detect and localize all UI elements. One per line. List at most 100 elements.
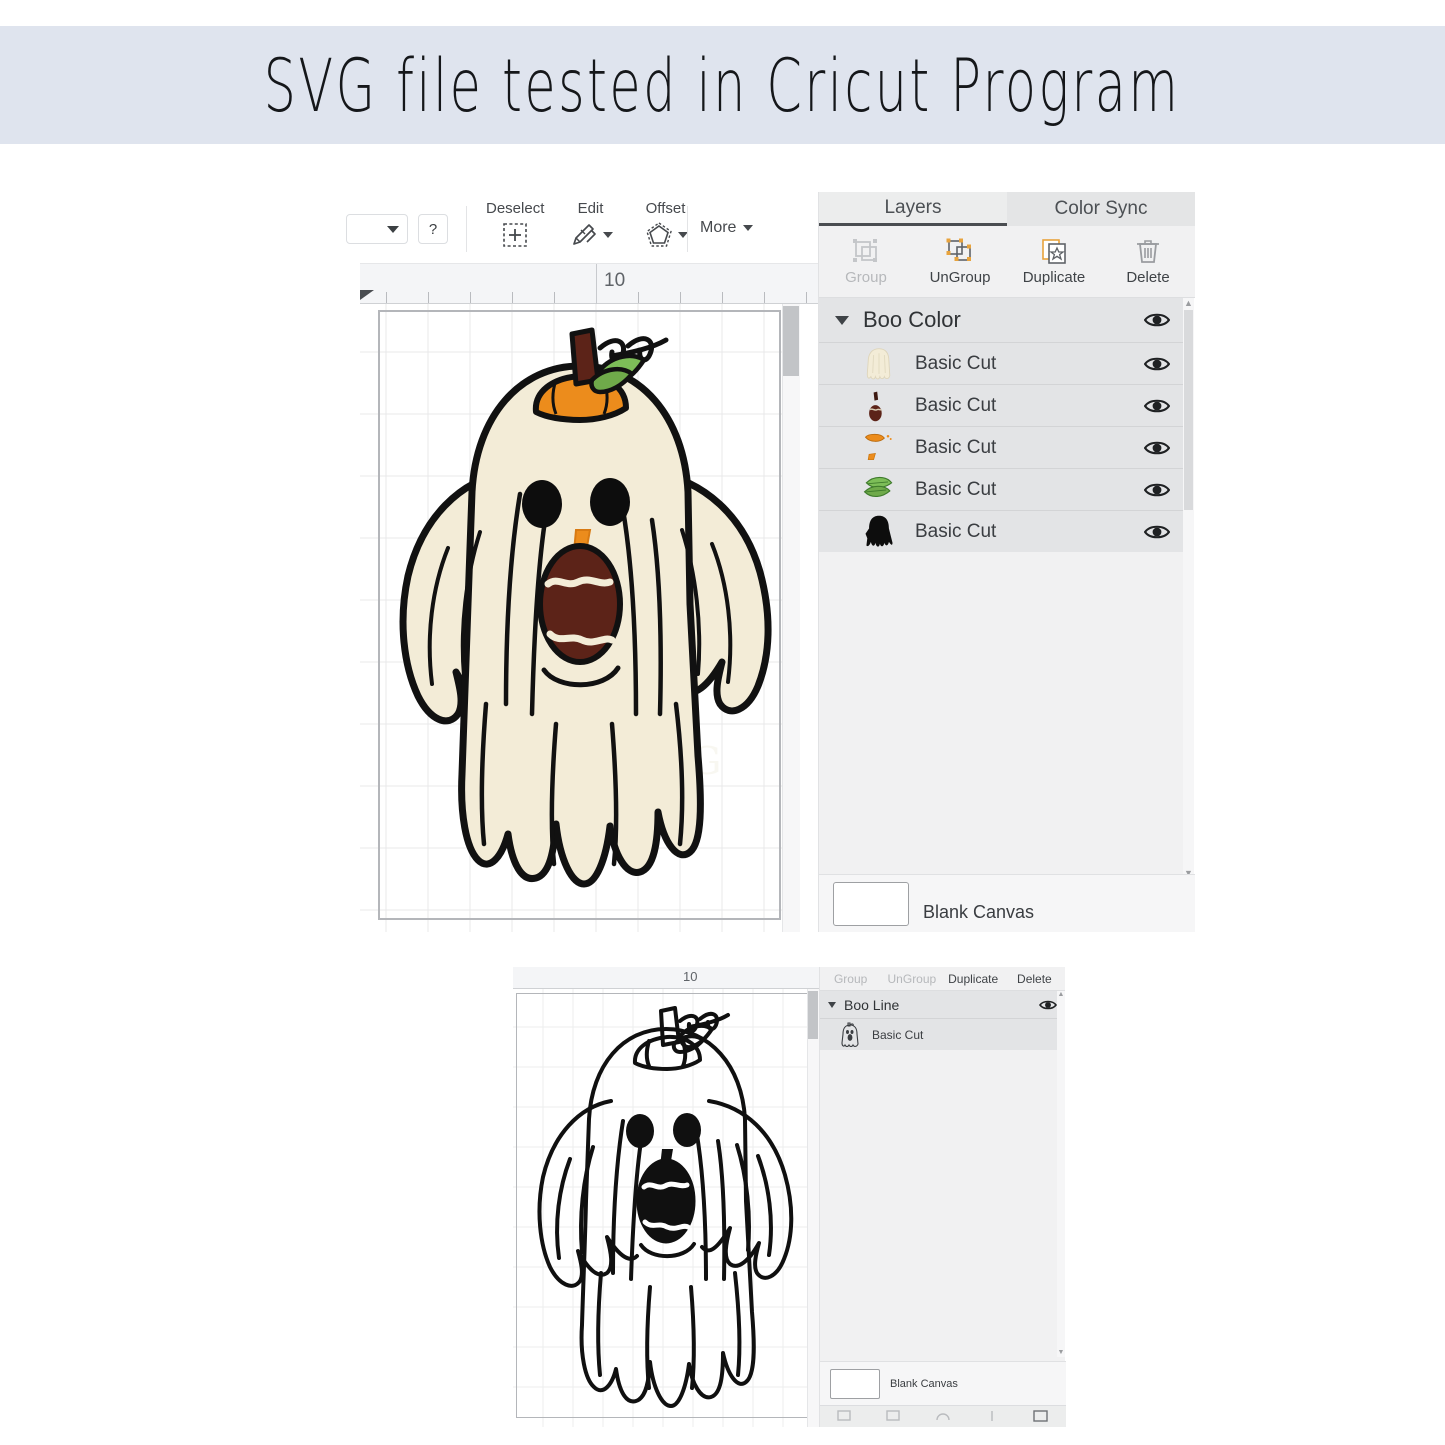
ungroup-button[interactable]: UnGroup xyxy=(913,226,1007,297)
bottom-canvas-scrollbar[interactable] xyxy=(807,989,819,1427)
bottom-tool-strip xyxy=(820,1405,1066,1427)
help-button[interactable]: ? xyxy=(418,214,448,244)
ghost-cream-thumb-icon xyxy=(866,347,891,379)
layer-name: Basic Cut xyxy=(915,436,997,458)
layer-name: Basic Cut xyxy=(915,520,997,542)
table-row[interactable]: Basic Cut xyxy=(819,510,1184,552)
select-box-icon[interactable] xyxy=(1033,1410,1049,1424)
delete-button[interactable]: Delete xyxy=(1101,226,1195,297)
blank-canvas-footer[interactable]: Blank Canvas xyxy=(819,874,1195,932)
stem-mouth-brown-thumb-icon xyxy=(869,391,883,421)
canvas-color-swatch[interactable] xyxy=(833,881,909,926)
table-row[interactable]: Basic Cut xyxy=(819,426,1184,468)
bottom-scroll-up-arrow-icon[interactable]: ▲ xyxy=(1057,991,1065,999)
toolbar-divider-2 xyxy=(687,206,688,252)
eye-visibility-icon[interactable] xyxy=(1144,311,1170,329)
fill-icon[interactable] xyxy=(886,1410,902,1424)
eye-visibility-icon[interactable] xyxy=(1039,999,1057,1011)
cricut-toolbar: ? Deselect Edit Offset More xyxy=(346,192,818,264)
canvas-scroll-thumb[interactable] xyxy=(783,306,799,376)
layers-scrollbar[interactable]: ▲ ▼ xyxy=(1183,298,1194,878)
layer-thumbnail xyxy=(859,470,899,510)
offset-label: Offset xyxy=(645,200,686,217)
deselect-button[interactable]: Deselect xyxy=(486,200,544,250)
bottom-duplicate-button[interactable]: Duplicate xyxy=(943,972,1004,986)
more-label: More xyxy=(700,219,737,236)
edit-dropdown-caret[interactable] xyxy=(603,232,613,238)
bottom-canvas-scroll-thumb[interactable] xyxy=(808,991,818,1039)
duplicate-label: Duplicate xyxy=(1022,269,1086,286)
bottom-design-canvas[interactable] xyxy=(513,989,819,1427)
layer-actions-bar: Group UnGroup Duplicate Delete xyxy=(819,226,1195,298)
table-row[interactable]: Basic Cut xyxy=(819,384,1184,426)
layer-group-boo-color[interactable]: Boo Color xyxy=(819,298,1184,342)
canvas-vertical-scrollbar[interactable] xyxy=(782,304,800,932)
chevron-down-icon[interactable] xyxy=(828,1001,836,1008)
page-title: SVG file tested in Cricut Program xyxy=(264,41,1181,129)
eye-visibility-icon[interactable] xyxy=(1144,439,1170,457)
offset-button[interactable]: Offset xyxy=(643,200,688,250)
bottom-blank-canvas-label: Blank Canvas xyxy=(890,1377,958,1390)
offset-icon xyxy=(646,222,672,247)
bottom-horizontal-ruler: 10 xyxy=(513,967,819,989)
bottom-layers-scrollbar[interactable]: ▲ ▼ xyxy=(1057,991,1065,1357)
deselect-label: Deselect xyxy=(486,200,545,217)
layer-thumbnail xyxy=(859,386,899,426)
delete-label: Delete xyxy=(1126,269,1170,286)
table-row[interactable]: Basic Cut xyxy=(819,342,1184,384)
eye-visibility-icon[interactable] xyxy=(1144,397,1170,415)
edit-button[interactable]: Edit xyxy=(568,200,613,250)
bottom-delete-button[interactable]: Delete xyxy=(1004,972,1065,986)
tab-color-sync[interactable]: Color Sync xyxy=(1007,192,1195,226)
bottom-ruler-label-10: 10 xyxy=(683,969,698,984)
shape-icon[interactable] xyxy=(935,1410,951,1424)
bottom-ungroup-button[interactable]: UnGroup xyxy=(881,972,942,986)
edit-label: Edit xyxy=(577,200,604,217)
bottom-group-button[interactable]: Group xyxy=(820,972,881,986)
toolbar-divider xyxy=(466,206,467,252)
group-button[interactable]: Group xyxy=(819,226,913,297)
layers-list: Boo Color Basic Cut Basic Cut Basic Cut … xyxy=(819,298,1184,850)
tab-layers[interactable]: Layers xyxy=(819,192,1007,226)
duplicate-button[interactable]: Duplicate xyxy=(1007,226,1101,297)
table-row[interactable]: Basic Cut xyxy=(819,468,1184,510)
toolbar-dropdown[interactable] xyxy=(346,214,408,244)
bottom-canvas-color-swatch[interactable] xyxy=(830,1368,880,1399)
bottom-scroll-down-arrow-icon[interactable]: ▼ xyxy=(1057,1349,1065,1357)
layer-thumbnail xyxy=(859,344,899,384)
layer-name: Basic Cut xyxy=(915,478,997,500)
layer-group-boo-line[interactable]: Boo Line xyxy=(820,991,1065,1018)
chevron-down-icon[interactable] xyxy=(835,315,849,325)
eye-visibility-icon[interactable] xyxy=(1144,481,1170,499)
pumpkin-orange-thumb-icon xyxy=(864,433,892,460)
ghost-black-thumb-icon xyxy=(865,515,893,547)
layer-name: Basic Cut xyxy=(915,352,997,374)
bottom-screenshot: 10 Group UnGroup Duplicate Delete Boo Li… xyxy=(513,967,1066,1427)
edit-pencil-icon xyxy=(573,224,596,245)
ruler-label-10: 10 xyxy=(604,270,626,291)
group-icon xyxy=(853,239,877,262)
top-screenshot: ? Deselect Edit Offset More 10 Layers Co… xyxy=(346,192,1195,932)
horizontal-ruler: 10 xyxy=(360,264,818,304)
leaves-green-thumb-icon xyxy=(863,476,893,497)
layer-name: Basic Cut xyxy=(915,394,997,416)
ghost-color-artwork[interactable] xyxy=(360,304,800,932)
linetype-icon[interactable] xyxy=(836,1410,853,1424)
eye-visibility-icon[interactable] xyxy=(1144,523,1170,541)
ghost-line-artwork[interactable] xyxy=(513,989,819,1427)
layer-thumbnail xyxy=(859,428,899,468)
table-row[interactable]: Basic Cut xyxy=(820,1018,1065,1050)
line-icon[interactable] xyxy=(984,1410,1000,1424)
trash-icon xyxy=(1137,240,1159,263)
bottom-blank-canvas-footer[interactable]: Blank Canvas xyxy=(820,1361,1066,1405)
bottom-layers-panel: Group UnGroup Duplicate Delete Boo Line xyxy=(819,967,1066,1427)
more-button[interactable]: More xyxy=(700,219,754,237)
scroll-up-arrow-icon[interactable]: ▲ xyxy=(1183,298,1194,308)
design-canvas[interactable]: AN DESIG xyxy=(360,304,800,932)
deselect-icon xyxy=(503,223,527,247)
more-caret-icon xyxy=(743,225,754,231)
eye-visibility-icon[interactable] xyxy=(1144,355,1170,373)
layers-scroll-thumb[interactable] xyxy=(1184,310,1193,510)
ungroup-icon xyxy=(946,238,971,261)
layers-panel: Layers Color Sync Group UnGroup Duplicat… xyxy=(818,192,1195,932)
